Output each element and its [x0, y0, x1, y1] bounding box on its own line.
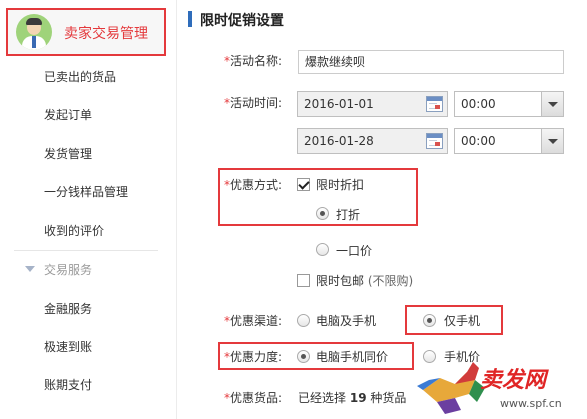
fixed-price-option-label: 一口价	[336, 244, 373, 258]
calendar-icon[interactable]	[426, 133, 443, 149]
dropdown-arrow-icon[interactable]	[541, 92, 563, 116]
sidebar-item-shipping[interactable]: 发货管理	[0, 135, 171, 173]
channel-pc-mobile-label: 电脑及手机	[316, 314, 377, 328]
sidebar-item-fast-arrival[interactable]: 极速到账	[0, 328, 171, 366]
seller-header[interactable]: 卖家交易管理	[6, 8, 166, 56]
start-date-value: 2016-01-01	[304, 97, 374, 111]
start-time-value: 00:00	[461, 97, 496, 111]
watermark-text: 卖发网	[480, 367, 547, 393]
checkbox-icon[interactable]	[297, 178, 310, 191]
triangle-down-icon	[25, 266, 35, 272]
discount-method-label: *优惠方式:	[224, 178, 283, 192]
radio-icon[interactable]	[297, 350, 310, 363]
radio-icon[interactable]	[423, 314, 436, 327]
avatar-icon	[16, 14, 52, 50]
sidebar-item-create-order[interactable]: 发起订单	[0, 96, 171, 134]
calendar-icon[interactable]	[426, 96, 443, 112]
sidebar-item-reviews[interactable]: 收到的评价	[0, 212, 171, 250]
sidebar-item-sample[interactable]: 一分钱样品管理	[0, 173, 171, 211]
discount-option-label: 打折	[336, 208, 361, 222]
sidebar-group-trade-service[interactable]: 交易服务	[0, 251, 171, 289]
sidebar-item-sold-goods[interactable]: 已卖出的货品	[0, 58, 171, 96]
activity-name-label: *活动名称:	[224, 54, 283, 68]
channel-label: *优惠渠道:	[224, 314, 283, 328]
section-accent-bar	[188, 11, 192, 27]
sidebar-item-credit-pay[interactable]: 账期支付	[0, 366, 171, 404]
activity-name-input[interactable]: 爆款继续呗	[298, 50, 564, 74]
goods-selection-text: 已经选择 19 种货品	[298, 391, 407, 405]
strength-same-price-label: 电脑手机同价	[316, 350, 389, 364]
start-date-input[interactable]: 2016-01-01	[297, 91, 448, 117]
radio-icon[interactable]	[297, 314, 310, 327]
end-date-value: 2016-01-28	[304, 134, 374, 148]
limited-discount-label: 限时折扣	[316, 178, 365, 192]
seller-title: 卖家交易管理	[64, 26, 148, 42]
section-title: 限时促销设置	[200, 13, 284, 29]
checkbox-icon[interactable]	[297, 274, 310, 287]
start-time-select[interactable]: 00:00	[454, 91, 564, 117]
radio-icon[interactable]	[316, 243, 329, 256]
end-time-value: 00:00	[461, 134, 496, 148]
free-shipping-label: 限时包邮 (不限购)	[316, 274, 414, 288]
dropdown-arrow-icon[interactable]	[541, 129, 563, 153]
watermark-url: www.spf.cn	[500, 397, 562, 410]
sidebar-item-finance[interactable]: 金融服务	[0, 290, 171, 328]
radio-icon[interactable]	[316, 207, 329, 220]
goods-label: *优惠货品:	[224, 391, 283, 405]
sidebar-group-label: 交易服务	[44, 263, 93, 277]
end-date-input[interactable]: 2016-01-28	[297, 128, 448, 154]
divider	[176, 0, 177, 419]
channel-mobile-only-label: 仅手机	[444, 314, 481, 328]
strength-label: *优惠力度:	[224, 350, 283, 364]
activity-time-label: *活动时间:	[224, 96, 283, 110]
sidebar: 卖家交易管理 已卖出的货品 发起订单 发货管理 一分钱样品管理 收到的评价 交易…	[0, 0, 171, 419]
end-time-select[interactable]: 00:00	[454, 128, 564, 154]
